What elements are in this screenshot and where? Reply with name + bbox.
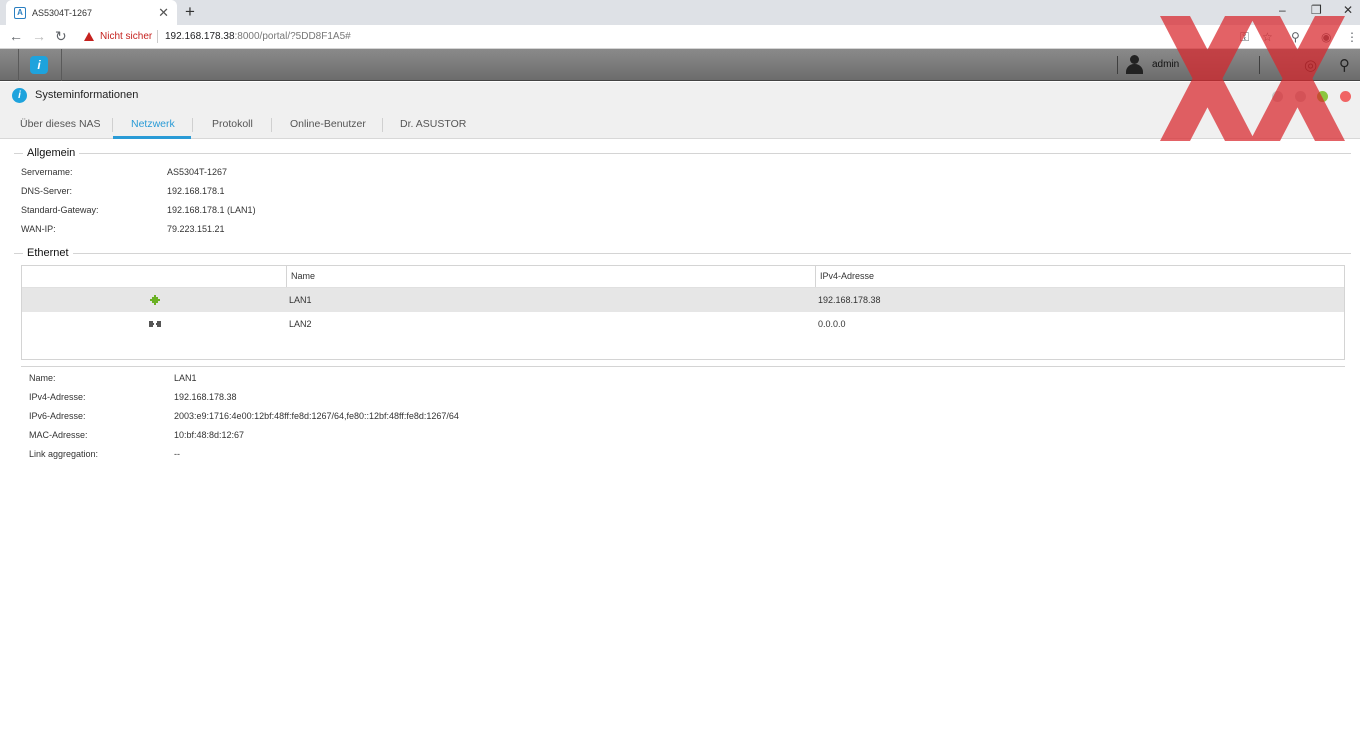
lan-ipv4: 192.168.178.38 [818,295,881,305]
column-header-name[interactable]: Name [287,266,815,287]
search-icon[interactable]: ⚲ [1339,56,1350,74]
reload-button[interactable]: ↻ [55,28,67,45]
servername-label: Servername: [21,167,73,177]
window-maximize-dot[interactable] [1317,91,1328,102]
window-minimize-dot[interactable] [1295,91,1306,102]
lan-name: LAN2 [289,319,312,329]
detail-mac-label: MAC-Adresse: [29,430,88,440]
new-tab-button[interactable]: + [185,2,195,22]
tab-network[interactable]: Netzwerk [131,118,175,130]
url-path: :8000/portal/?5DD8F1A5# [234,31,351,42]
tab-divider [192,118,193,132]
profile-icon[interactable]: ◉ [1321,30,1331,44]
detail-ipv4-label: IPv4-Adresse: [29,392,86,402]
detail-ipv6-value: 2003:e9:1716:4e00:12bf:48ff:fe8d:1267/64… [174,411,459,421]
warning-icon [84,32,94,41]
back-button[interactable]: ← [9,28,23,44]
detail-ipv6-label: IPv6-Adresse: [29,411,86,421]
sysinfo-app-icon[interactable]: i [30,56,48,74]
section-divider [14,253,1351,254]
tab-log[interactable]: Protokoll [212,118,253,130]
tab-divider [112,118,113,132]
key-icon[interactable]: ⚿ [1240,30,1249,45]
app-title: Systeminformationen [35,89,139,101]
app-tabs: Über dieses NAS Netzwerk Protokoll Onlin… [0,110,1360,139]
app-titlebar: i Systeminformationen [0,82,1360,110]
dns-value: 192.168.178.1 [167,186,225,196]
address-bar: ← → ↻ Nicht sicher 192.168.178.38:8000/p… [0,25,1360,49]
taskbar-divider [1259,56,1260,74]
activity-monitor-icon[interactable]: ◎ [1304,56,1317,74]
section-ethernet-title: Ethernet [23,247,73,259]
restore-button[interactable]: ❐ [1311,3,1322,17]
lan-ipv4: 0.0.0.0 [818,319,846,329]
user-icon[interactable] [1125,55,1143,75]
servername-value: AS5304T-1267 [167,167,228,177]
wan-ip-label: WAN-IP: [21,224,56,234]
security-label: Nicht sicher [100,31,153,42]
ethernet-table: Name IPv4-Adresse LAN1 192.168.178.38 LA… [21,265,1345,360]
lan-connected-icon [150,295,160,305]
taskbar-divider [1117,56,1118,74]
detail-link-aggregation-value: -- [174,449,180,459]
tab-divider [382,118,383,132]
lan-disconnected-icon [149,321,161,327]
dns-label: DNS-Server: [21,186,73,196]
minimize-button[interactable]: – [1279,3,1286,17]
window-close-dot[interactable] [1340,91,1351,102]
browser-tabstrip: A AS5304T-1267 ✕ + – ❐ ✕ [0,0,1360,25]
menu-icon[interactable]: ⋮ [1346,30,1358,44]
details-divider [21,366,1345,367]
tab-about-nas[interactable]: Über dieses NAS [20,118,101,130]
nas-favicon-icon: A [14,6,26,19]
gateway-label: Standard-Gateway: [21,205,99,215]
adm-taskbar: i admin ◎ ⚲ [0,49,1360,81]
url-host: 192.168.178.38 [165,31,235,42]
table-row[interactable]: LAN2 0.0.0.0 [22,312,1344,336]
url-separator [157,30,158,43]
active-tab-indicator [113,136,191,139]
url-field[interactable]: 192.168.178.38:8000/portal/?5DD8F1A5# [165,31,351,42]
tab-divider [271,118,272,132]
forward-button[interactable]: → [32,28,46,44]
table-row[interactable]: LAN1 192.168.178.38 [22,288,1344,312]
column-header-status[interactable] [22,266,286,287]
wan-ip-value: 79.223.151.21 [167,224,225,234]
detail-name-value: LAN1 [174,373,197,383]
window-close-button[interactable]: ✕ [1343,3,1353,17]
star-icon[interactable]: ☆ [1262,30,1273,44]
detail-ipv4-value: 192.168.178.38 [174,392,237,402]
tab-dr-asustor[interactable]: Dr. ASUSTOR [400,118,466,130]
tab-online-users[interactable]: Online-Benutzer [290,118,366,130]
gateway-value: 192.168.178.1 (LAN1) [167,205,256,215]
tab-title: AS5304T-1267 [32,7,93,18]
browser-tab[interactable]: A AS5304T-1267 ✕ [6,0,177,25]
section-divider [14,153,1351,154]
window-help-dot[interactable] [1272,91,1283,102]
column-header-ipv4[interactable]: IPv4-Adresse [816,266,1344,287]
lan-name: LAN1 [289,295,312,305]
username-label[interactable]: admin [1152,59,1179,70]
detail-name-label: Name: [29,373,56,383]
security-indicator[interactable]: Nicht sicher [84,31,152,42]
tab-close-icon[interactable]: ✕ [158,5,169,21]
info-icon: i [12,88,27,103]
extension-icon[interactable]: ⚲ [1291,30,1300,44]
section-general-title: Allgemein [23,147,80,159]
detail-link-aggregation-label: Link aggregation: [29,449,99,459]
detail-mac-value: 10:bf:48:8d:12:67 [174,430,245,440]
